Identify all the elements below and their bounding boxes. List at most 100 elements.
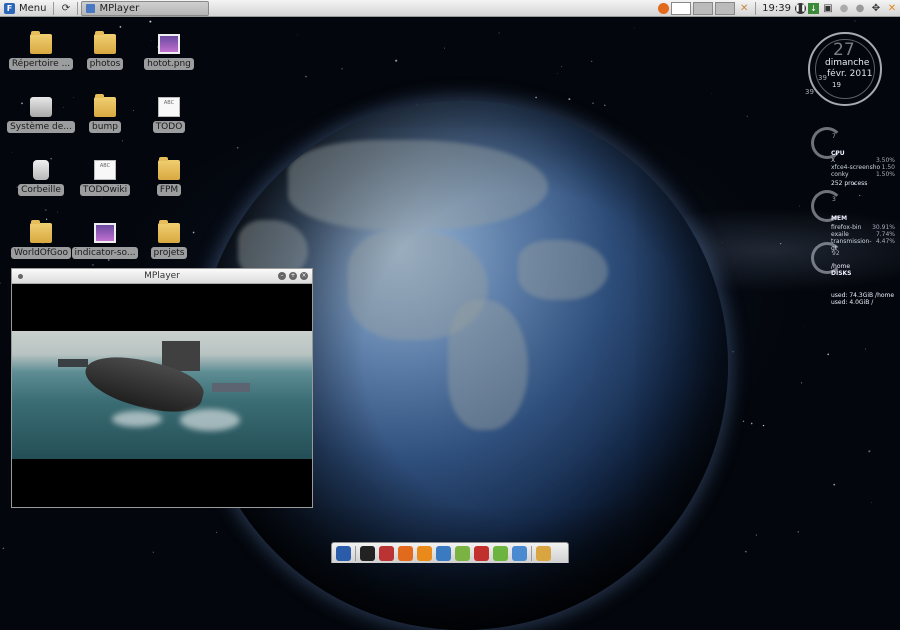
android-icon[interactable]: [455, 546, 470, 561]
star: [743, 421, 744, 422]
terminal-icon[interactable]: [360, 546, 375, 561]
desktop-icon[interactable]: Système de...: [6, 93, 76, 145]
workspace-2-icon[interactable]: [693, 2, 713, 15]
desktop-icon-label: indicator-so...: [72, 247, 139, 259]
star: [305, 76, 307, 78]
dock-separator: [355, 546, 356, 561]
desktop-icon[interactable]: ABCTODO: [134, 93, 204, 145]
star: [57, 212, 58, 213]
star: [395, 60, 397, 62]
image-file-icon: [158, 34, 180, 54]
shield-icon[interactable]: ●: [853, 1, 867, 15]
workspace-1-icon[interactable]: [671, 2, 691, 15]
minimize-icon[interactable]: –: [278, 272, 286, 280]
firefox-tray-icon[interactable]: [658, 3, 669, 14]
star: [871, 502, 872, 503]
close-session-icon[interactable]: ✕: [885, 1, 899, 15]
folder-icon: [94, 34, 116, 54]
desktop-icon[interactable]: Répertoire ...: [6, 30, 76, 82]
clock-minor-value: 39: [818, 74, 827, 82]
desktop-icon[interactable]: projets: [134, 219, 204, 271]
star: [591, 61, 592, 62]
weekday-label: dimanche: [825, 58, 869, 68]
pause-icon[interactable]: ❚❚: [795, 3, 806, 14]
panel-separator: [77, 2, 78, 15]
move-icon[interactable]: ✥: [869, 1, 883, 15]
image-file-icon: [94, 223, 116, 243]
cpu-process-row: conky1.50%: [831, 171, 895, 178]
process-count: 252 process: [831, 180, 867, 187]
refresh-icon[interactable]: ⟳: [59, 2, 72, 15]
star: [868, 450, 870, 452]
ubuntu-software-icon[interactable]: [474, 546, 489, 561]
dock-separator: [531, 546, 532, 561]
desktop-icon[interactable]: photos: [70, 30, 140, 82]
desktop-icon-label: Répertoire ...: [9, 58, 73, 70]
desktop-icon-label: projets: [151, 247, 188, 259]
workspace-3-icon[interactable]: [715, 2, 735, 15]
desktop-icon[interactable]: hotot.png: [134, 30, 204, 82]
star: [561, 66, 562, 67]
video-frame[interactable]: [12, 331, 312, 459]
star: [153, 552, 154, 553]
folder-icon: [158, 160, 180, 180]
water-spray-shape: [180, 409, 240, 431]
cpu-process-row: X3.50%: [831, 157, 895, 164]
desktop-icon[interactable]: ABCTODOwiki: [70, 156, 140, 208]
trash-icon: [33, 160, 49, 180]
star: [237, 147, 239, 149]
top-panel: F Menu ⟳ MPlayer ✕ 19:39 ❚❚ ↓ ▣ ● ● ✥ ✕: [0, 0, 900, 17]
menu-logo-icon: F: [4, 3, 15, 14]
desktop-icon[interactable]: indicator-so...: [70, 219, 140, 271]
star: [763, 425, 764, 426]
mplayer-titlebar[interactable]: MPlayer – + ×: [12, 269, 312, 284]
applications-menu-button[interactable]: F Menu: [0, 0, 50, 17]
star: [535, 97, 537, 99]
disk-ring-value: 92: [832, 250, 840, 257]
close-icon[interactable]: ×: [300, 272, 308, 280]
disk-usage-row: used: 4.0GiB /: [831, 299, 873, 306]
star: [756, 535, 757, 536]
mem-process-row: exaile7.74%: [831, 231, 895, 238]
taskbar-item-label: MPlayer: [99, 3, 139, 14]
desktop-icon[interactable]: Corbeille: [6, 156, 76, 208]
folder-icon[interactable]: [536, 546, 551, 561]
maximize-icon[interactable]: +: [289, 272, 297, 280]
star: [568, 98, 570, 100]
star: [711, 93, 712, 94]
text-file-icon: ABC: [94, 160, 116, 180]
panel-separator: [53, 2, 54, 15]
menu-label: Menu: [19, 3, 46, 14]
desktop-icon-label: Système de...: [7, 121, 75, 133]
star: [827, 353, 829, 355]
desktop-icon[interactable]: WorldOfGoo: [6, 219, 76, 271]
folder-icon: [30, 223, 52, 243]
search-icon[interactable]: [512, 546, 527, 561]
taskbar-item-mplayer[interactable]: MPlayer: [81, 1, 209, 16]
tools-icon[interactable]: ✕: [737, 1, 751, 15]
mplayer-window[interactable]: MPlayer – + ×: [11, 268, 313, 508]
image-editor-icon[interactable]: [379, 546, 394, 561]
media-player-icon[interactable]: [493, 546, 508, 561]
panel-clock[interactable]: 19:39: [762, 3, 791, 14]
network-icon[interactable]: ▣: [821, 1, 835, 15]
clock-minor-value: 39: [805, 88, 814, 96]
mem-heading: MEM: [831, 215, 847, 222]
update-icon[interactable]: ↓: [808, 3, 819, 14]
day-number: 27: [833, 40, 855, 60]
rss-icon[interactable]: [417, 546, 432, 561]
star: [0, 282, 1, 283]
disks-heading: DISKS: [831, 270, 852, 277]
star: [745, 551, 747, 553]
firefox-icon[interactable]: [398, 546, 413, 561]
star: [801, 382, 802, 383]
window-list-icon[interactable]: [336, 546, 351, 561]
desktop-icon[interactable]: FPM: [134, 156, 204, 208]
chat-icon[interactable]: [436, 546, 451, 561]
desktop-icon[interactable]: bump: [70, 93, 140, 145]
disk-usage-row: used: 74.3GiB /home: [831, 292, 894, 299]
desktop-icon-label: Corbeille: [18, 184, 64, 196]
mplayer-icon: [86, 4, 95, 13]
desktop-icon-label: FPM: [157, 184, 181, 196]
status-icon[interactable]: ●: [837, 1, 851, 15]
